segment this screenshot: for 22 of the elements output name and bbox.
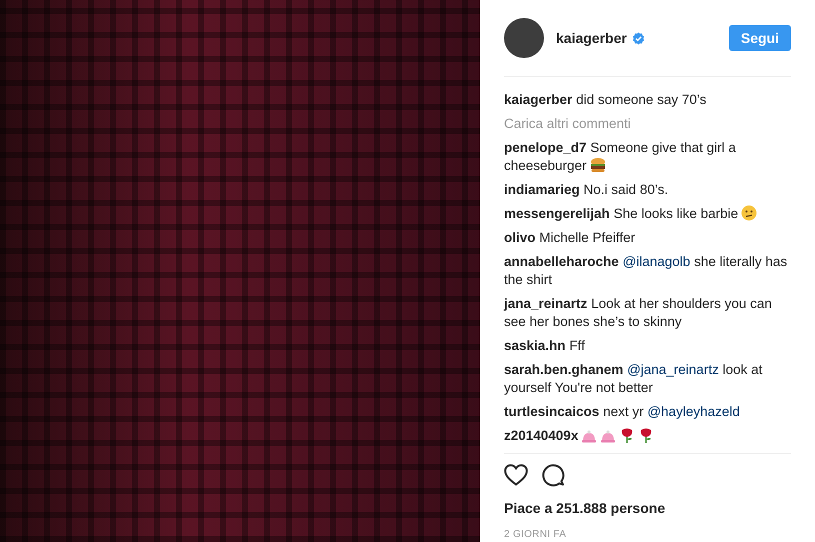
comment: turtlesincaicos next yr @hayleyhazeld bbox=[504, 403, 741, 421]
mention-link[interactable]: @hayleyhazeld bbox=[647, 404, 740, 419]
caption: kaiagerber did someone say 70’s bbox=[504, 91, 708, 109]
username[interactable]: kaiagerber bbox=[556, 28, 627, 48]
comment: indiamarieg No.i said 80’s. bbox=[504, 181, 670, 199]
comment: annabelleharoche @ilanagolb she literally has the shirt bbox=[504, 253, 788, 289]
comment: olivo Michelle Pfeiffer bbox=[504, 229, 636, 247]
comment: saskia.hn Fff bbox=[504, 337, 586, 355]
confused-face-icon bbox=[741, 205, 758, 221]
comment-bubble-icon[interactable] bbox=[542, 464, 566, 488]
mention-link[interactable]: @jana_reinartz bbox=[627, 362, 719, 377]
comment: messengerelijah She looks like barbie bbox=[504, 205, 791, 223]
likes-count[interactable]: Piace a 251.888 persone bbox=[504, 498, 791, 519]
like-heart-icon[interactable] bbox=[504, 464, 528, 488]
comment: penelope_d7 Someone give that girl a cheeseburger bbox=[504, 139, 737, 175]
comment: sarah.ben.ghanem @jana_reinartz look at yourself You're not better bbox=[504, 361, 764, 397]
avatar bbox=[504, 18, 544, 58]
post-date: 2 GIORNI FA bbox=[504, 528, 568, 542]
comment: z20140409x bbox=[504, 427, 791, 445]
burger-icon bbox=[590, 157, 606, 173]
mention-link[interactable]: @ilanagolb bbox=[622, 254, 690, 269]
comment: jana_reinartz Look at her shoulders you can see her bones she’s to skinny bbox=[504, 295, 773, 331]
